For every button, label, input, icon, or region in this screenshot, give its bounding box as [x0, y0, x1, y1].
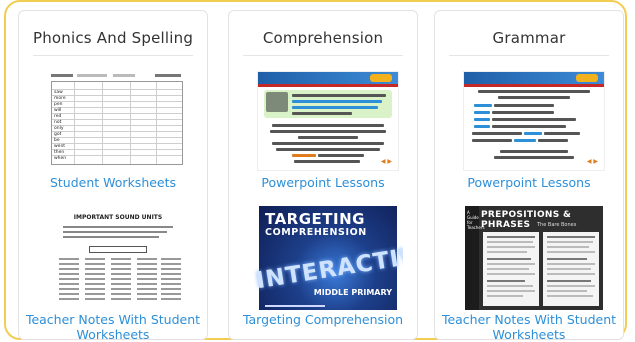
worksheet-grid: saw more pen will red not only got be we… — [51, 81, 183, 165]
cover-title: TARGETING — [265, 210, 365, 228]
worksheet-preview: saw more pen will red not only got be we… — [51, 73, 183, 169]
powerpoint-slide-preview: ◀ ▶ — [463, 71, 605, 171]
teacher-notes-link[interactable]: Teacher Notes With Student Worksheets — [21, 312, 205, 342]
teacher-notes-preview: IMPORTANT SOUND UNITS — [49, 206, 187, 310]
logo-icon — [370, 74, 392, 82]
student-worksheets-link[interactable]: Student Worksheets — [21, 175, 205, 190]
student-worksheets-thumbnail[interactable]: saw more pen will red not only got be we… — [43, 71, 193, 171]
logo-icon — [576, 74, 598, 82]
worksheet-word: be — [54, 138, 60, 143]
worksheet-word: only — [54, 126, 64, 131]
worksheet-word: will — [54, 108, 62, 113]
slide-nav-arrows-icon: ◀ ▶ — [586, 158, 598, 165]
worksheet-word: then — [54, 150, 65, 155]
worksheet-word: pen — [54, 102, 63, 107]
worksheet-word: not — [54, 120, 62, 125]
title-divider — [33, 55, 193, 56]
sound-units-title: IMPORTANT SOUND UNITS — [73, 214, 163, 221]
title-divider — [243, 55, 403, 56]
powerpoint-lessons-link[interactable]: Powerpoint Lessons — [437, 175, 621, 190]
resource-column-comprehension: Comprehension ◀ ▶ Powerpoint Lessons TAR… — [228, 10, 418, 340]
targeting-comprehension-thumbnail[interactable]: TARGETING COMPREHENSION INTERACTIVELY MI… — [253, 206, 403, 310]
worksheet-word: more — [54, 96, 66, 101]
resources-panel: Phonics And Spelling saw more pen will r… — [4, 0, 627, 342]
column-title: Grammar — [492, 29, 566, 47]
targeting-comprehension-link[interactable]: Targeting Comprehension — [231, 312, 415, 327]
book-cover: TARGETING COMPREHENSION INTERACTIVELY MI… — [254, 206, 403, 310]
teacher-notes-link[interactable]: Teacher Notes With Student Worksheets — [437, 312, 621, 342]
worksheet-word: when — [54, 156, 67, 161]
poster-subtitle: The Bare Bones — [537, 222, 577, 228]
poster-preview: A Guide for Teachers PREPOSITIONS & PHRASES… — [465, 206, 603, 310]
powerpoint-lessons-thumbnail[interactable]: ◀ ▶ — [459, 71, 609, 171]
slide-image — [266, 92, 288, 112]
column-title: Phonics And Spelling — [32, 29, 194, 47]
sound-units-box — [89, 246, 147, 253]
powerpoint-lessons-link[interactable]: Powerpoint Lessons — [231, 175, 415, 190]
cover-level: MIDDLE PRIMARY — [313, 288, 392, 297]
cover-title: COMPREHENSION — [265, 227, 367, 238]
worksheet-word: got — [54, 132, 62, 137]
column-title: Comprehension — [262, 29, 384, 47]
powerpoint-slide-preview: ◀ ▶ — [257, 71, 399, 171]
worksheet-word: red — [54, 114, 62, 119]
prepositions-thumbnail[interactable]: A Guide for Teachers PREPOSITIONS & PHRASES… — [459, 206, 609, 310]
slide-nav-arrows-icon: ◀ ▶ — [380, 158, 392, 165]
title-divider — [449, 55, 609, 56]
powerpoint-lessons-thumbnail[interactable]: ◀ ▶ — [253, 71, 403, 171]
cover-headline: INTERACTIVELY — [254, 235, 403, 295]
resource-column-grammar: Grammar ◀ ▶ Powerpoint Lessons A Guide f… — [434, 10, 624, 342]
worksheet-header — [51, 73, 183, 79]
teacher-notes-thumbnail[interactable]: IMPORTANT SOUND UNITS — [43, 206, 193, 310]
worksheet-word: saw — [54, 90, 63, 95]
resource-column-phonics: Phonics And Spelling saw more pen will r… — [18, 10, 208, 342]
worksheet-word: went — [54, 144, 66, 149]
